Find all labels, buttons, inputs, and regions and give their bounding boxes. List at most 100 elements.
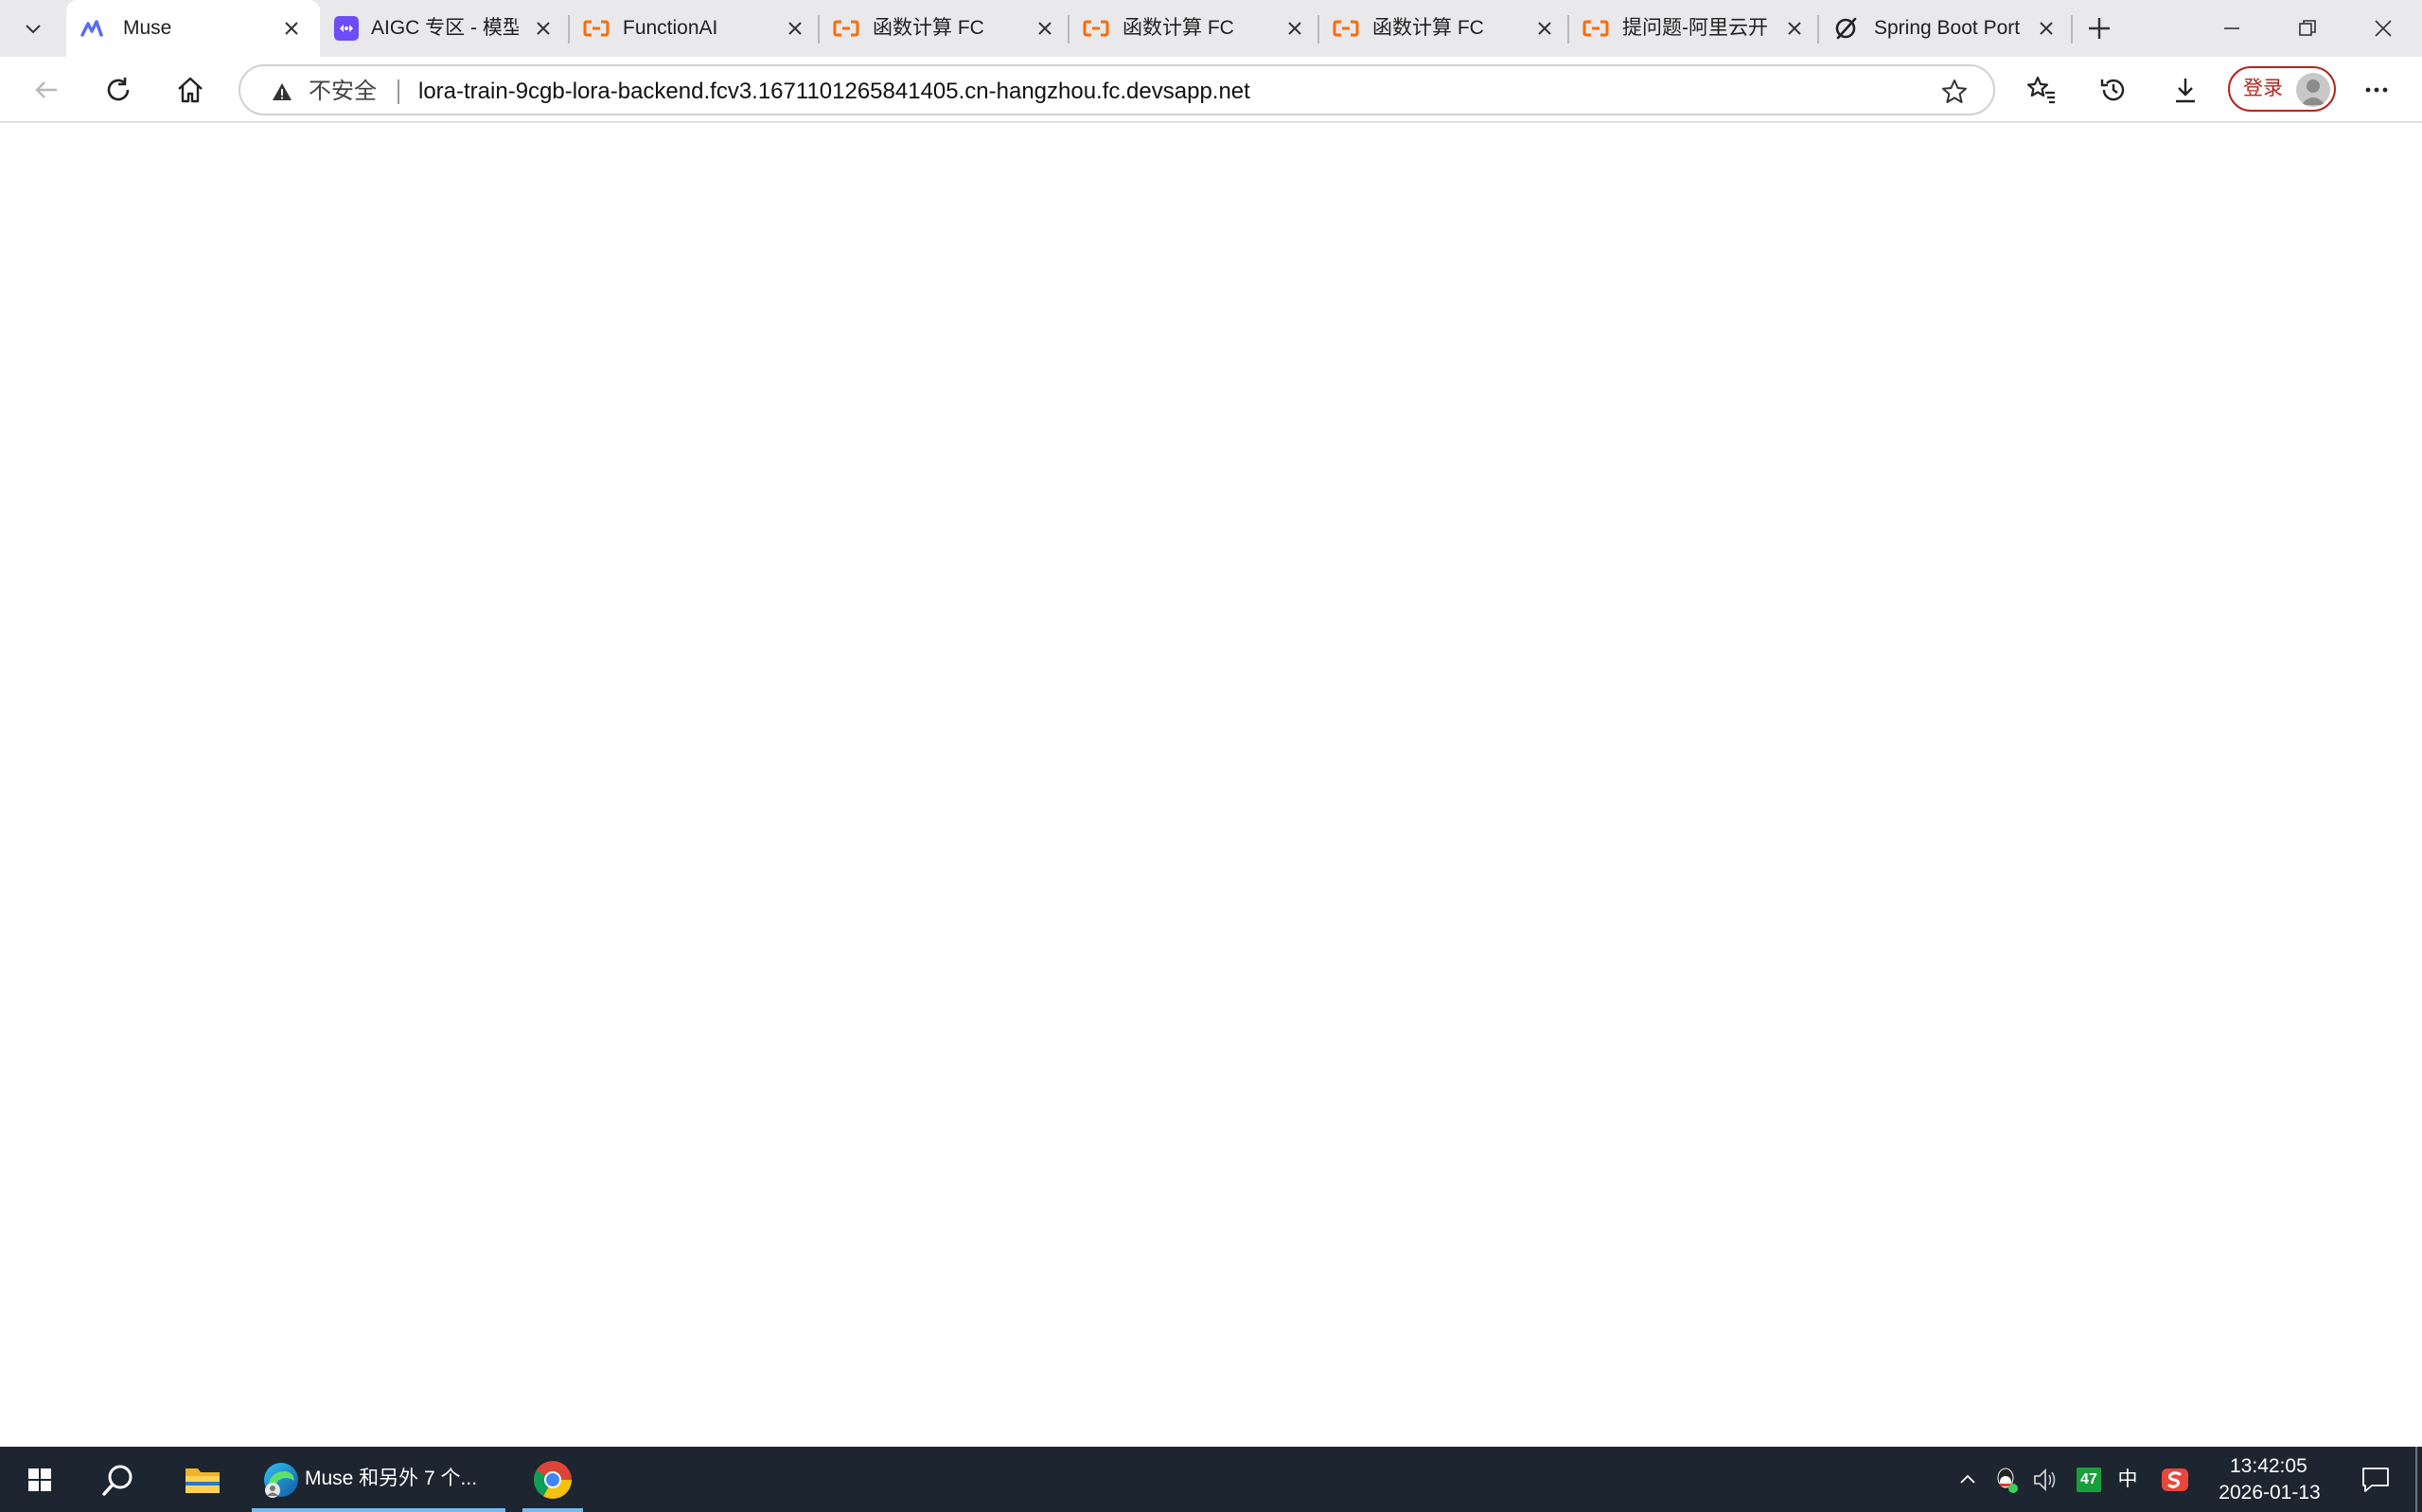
ime-indicator[interactable]: 中 (2111, 1447, 2145, 1512)
page-content (0, 124, 2422, 1447)
minimize-icon (2224, 27, 2239, 29)
close-icon[interactable] (2035, 17, 2058, 40)
tab-functionai[interactable]: FunctionAI (570, 0, 818, 57)
ime-label: 中 (2117, 1468, 2138, 1490)
start-button[interactable] (0, 1447, 80, 1512)
sogou-ime-button[interactable] (2156, 1447, 2194, 1512)
notification-icon (2362, 1467, 2389, 1492)
browser-toolbar: 不安全 lora-train-9cgb-lora-backend.fcv3.16… (0, 57, 2422, 123)
tab-strip: Muse AIGC 专区 - 模型 FunctionAI 函数计算 FC 函数计… (0, 0, 2422, 57)
taskbar-edge-label: Muse 和另外 7 个... (305, 1468, 478, 1489)
aliyun-logo-icon (583, 15, 610, 42)
aliyun-logo-icon (1333, 15, 1359, 42)
avatar (2296, 73, 2330, 107)
aigc-logo-icon (333, 15, 360, 42)
tab-title: 函数计算 FC (873, 17, 984, 39)
tab-title: FunctionAI (623, 17, 718, 39)
close-icon[interactable] (280, 17, 303, 40)
url-text[interactable]: lora-train-9cgb-lora-backend.fcv3.167110… (418, 78, 1250, 106)
close-icon[interactable] (532, 17, 555, 40)
browser-window: Muse AIGC 专区 - 模型 FunctionAI 函数计算 FC 函数计… (0, 0, 2422, 1512)
tab-fc-3[interactable]: 函数计算 FC (1319, 0, 1567, 57)
tab-title: 函数计算 FC (1372, 17, 1484, 39)
address-bar[interactable]: 不安全 lora-train-9cgb-lora-backend.fcv3.16… (239, 64, 1995, 115)
reload-button[interactable] (97, 68, 140, 112)
chevron-up-icon (1960, 1474, 1975, 1484)
show-desktop-button[interactable] (2415, 1447, 2417, 1512)
close-icon[interactable] (1783, 17, 1806, 40)
action-center-button[interactable] (2347, 1447, 2404, 1512)
battery-tray-icon[interactable]: 47 (2073, 1447, 2105, 1512)
downloads-button[interactable] (2164, 68, 2207, 112)
battery-badge: 47 (2077, 1467, 2101, 1492)
reload-icon (107, 78, 130, 101)
close-icon[interactable] (784, 17, 806, 40)
close-window-button[interactable] (2345, 0, 2421, 57)
restore-icon (2299, 20, 2316, 36)
aliyun-logo-icon (1083, 15, 1109, 42)
back-button[interactable] (25, 68, 68, 112)
tab-separator (2071, 15, 2073, 44)
close-icon (2375, 20, 2392, 37)
edge-icon (261, 1460, 301, 1500)
sogou-icon (2162, 1468, 2188, 1491)
folder-icon (186, 1468, 220, 1493)
active-indicator (252, 1508, 505, 1512)
address-divider (398, 79, 399, 104)
tab-aigc[interactable]: AIGC 专区 - 模型 (320, 0, 568, 57)
arrow-left-icon (35, 81, 57, 98)
favorites-button[interactable] (2020, 68, 2063, 112)
more-menu-button[interactable] (2355, 68, 2398, 112)
tab-fc-2[interactable]: 函数计算 FC (1070, 0, 1317, 57)
qq-icon (1997, 1468, 2018, 1493)
home-icon (178, 77, 203, 103)
chrome-icon (534, 1460, 572, 1499)
restore-button[interactable] (2270, 0, 2345, 57)
tab-title: 函数计算 FC (1123, 17, 1234, 39)
aliyun-logo-icon (1582, 15, 1609, 42)
close-icon[interactable] (1533, 17, 1556, 40)
tab-aliyun-question[interactable]: 提问题-阿里云开 (1569, 0, 1817, 57)
search-icon (102, 1465, 133, 1496)
login-label: 登录 (2243, 78, 2283, 99)
security-status-label[interactable]: 不安全 (309, 78, 377, 106)
more-icon (2365, 87, 2388, 93)
tab-actions-button[interactable] (8, 6, 59, 51)
qq-tray-icon[interactable] (1991, 1447, 2022, 1512)
home-button[interactable] (168, 68, 212, 112)
tab-title: Muse (123, 17, 172, 39)
close-icon[interactable] (1283, 17, 1306, 40)
star-icon[interactable] (1940, 78, 1969, 106)
tab-title: 提问题-阿里云开 (1622, 17, 1768, 39)
tab-muse[interactable]: Muse (66, 0, 320, 57)
speaker-icon (2034, 1468, 2056, 1491)
clock-date: 2026-01-13 (2219, 1482, 2321, 1503)
plus-icon (2089, 18, 2110, 39)
new-tab-button[interactable] (2078, 8, 2120, 49)
tray-overflow-button[interactable] (1954, 1447, 1982, 1512)
chevron-down-icon (26, 25, 41, 34)
tab-title: Spring Boot Port (1874, 17, 2021, 39)
tab-fc-1[interactable]: 函数计算 FC (820, 0, 1068, 57)
download-icon (2176, 79, 2195, 103)
warning-icon (273, 83, 292, 100)
taskbar-chrome[interactable] (519, 1447, 587, 1512)
taskbar-edge-task[interactable]: Muse 和另外 7 个... (252, 1447, 505, 1512)
history-button[interactable] (2092, 68, 2135, 112)
volume-button[interactable] (2029, 1447, 2063, 1512)
login-button[interactable]: 登录 (2228, 66, 2336, 112)
minimize-button[interactable] (2194, 0, 2270, 57)
aliyun-logo-icon (833, 15, 859, 42)
windows-taskbar: Muse 和另外 7 个... 47 中 13:42:05 2026-01-13 (0, 1447, 2422, 1512)
favorites-icon (2026, 76, 2055, 104)
tab-title: AIGC 专区 - 模型 (371, 17, 519, 39)
search-button[interactable] (85, 1447, 151, 1512)
tab-spring-boot[interactable]: Spring Boot Port (1819, 0, 2069, 57)
running-indicator (522, 1508, 583, 1512)
clock-time: 13:42:05 (2230, 1455, 2307, 1477)
windows-logo-icon (28, 1468, 51, 1491)
close-icon[interactable] (1034, 17, 1056, 40)
file-explorer-button[interactable] (170, 1447, 235, 1512)
muse-logo-icon (80, 15, 106, 42)
history-icon (2100, 79, 2125, 101)
